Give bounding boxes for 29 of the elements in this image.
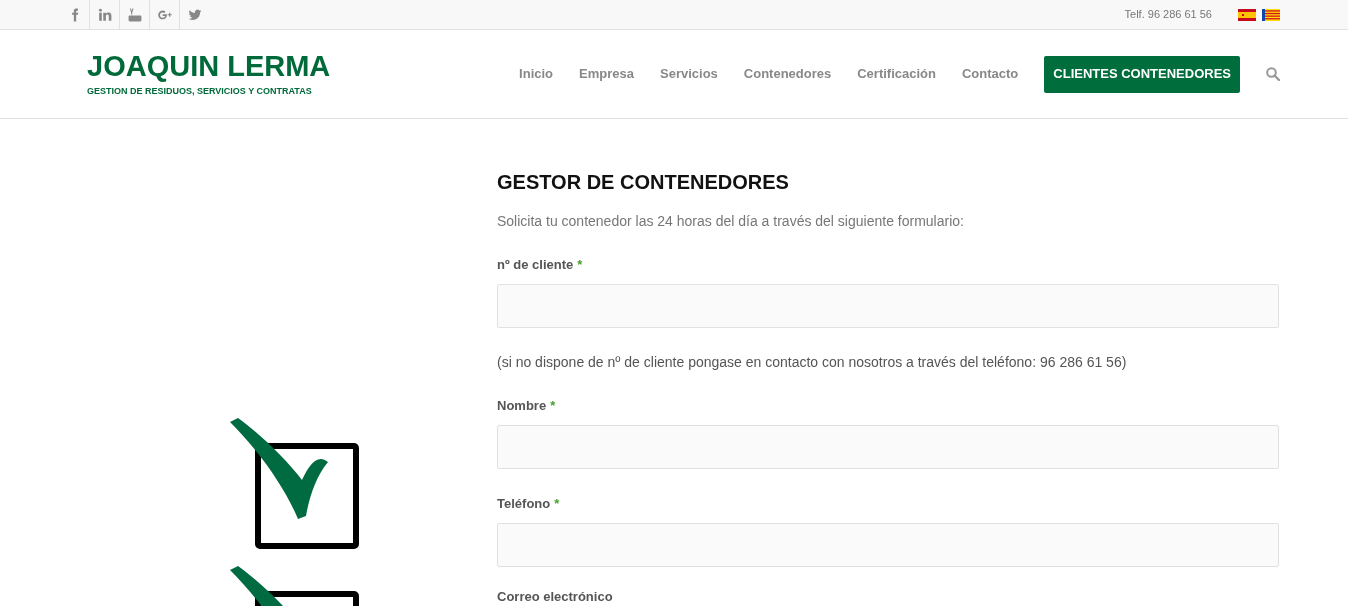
phone-number: Telf. 96 286 61 56 [1124,7,1212,23]
text-input[interactable] [497,523,1279,567]
nav-link[interactable]: Inicio [506,64,567,84]
required-mark: * [554,495,560,513]
linkedin-icon[interactable] [97,7,112,22]
striped-flag-icon[interactable] [1262,8,1280,21]
nav-button[interactable]: CLIENTES CONTENEDORES [1044,55,1240,93]
logo-title[interactable]: JOAQUIN LERMA [87,49,331,84]
text-input[interactable] [497,425,1279,469]
nav-link[interactable]: Servicios [647,64,731,84]
youtube-icon[interactable] [127,7,142,22]
text-input[interactable] [497,284,1279,328]
nav-link[interactable]: Contenedores [730,64,845,84]
search-icon[interactable] [1266,67,1280,81]
logo-subtitle: GESTION DE RESIDUOS, SERVICIOS Y CONTRATAS [87,85,313,99]
field-label: Correo electrónico [497,588,613,606]
form-title: GESTOR DE CONTENEDORES [497,170,790,194]
nav-link[interactable]: Certificación [844,64,949,84]
twitter-icon[interactable] [188,7,202,22]
spain-flag-icon[interactable] [1238,8,1256,21]
nav-link[interactable]: Empresa [566,64,647,84]
help-note: (si no dispone de nº de cliente pongase en contacto con nosotros a través del teléfono: 96 286 61 56) [497,353,1128,371]
nav-link[interactable]: Contacto [948,64,1032,84]
field-label: Nombre [497,397,547,415]
field-label: Teléfono [497,495,551,513]
required-mark: * [550,397,556,415]
required-mark: * [577,256,583,274]
form-intro: Solicita tu contenedor las 24 horas del día a través del siguiente formulario: [497,212,965,230]
field-label: nº de cliente [497,256,574,274]
